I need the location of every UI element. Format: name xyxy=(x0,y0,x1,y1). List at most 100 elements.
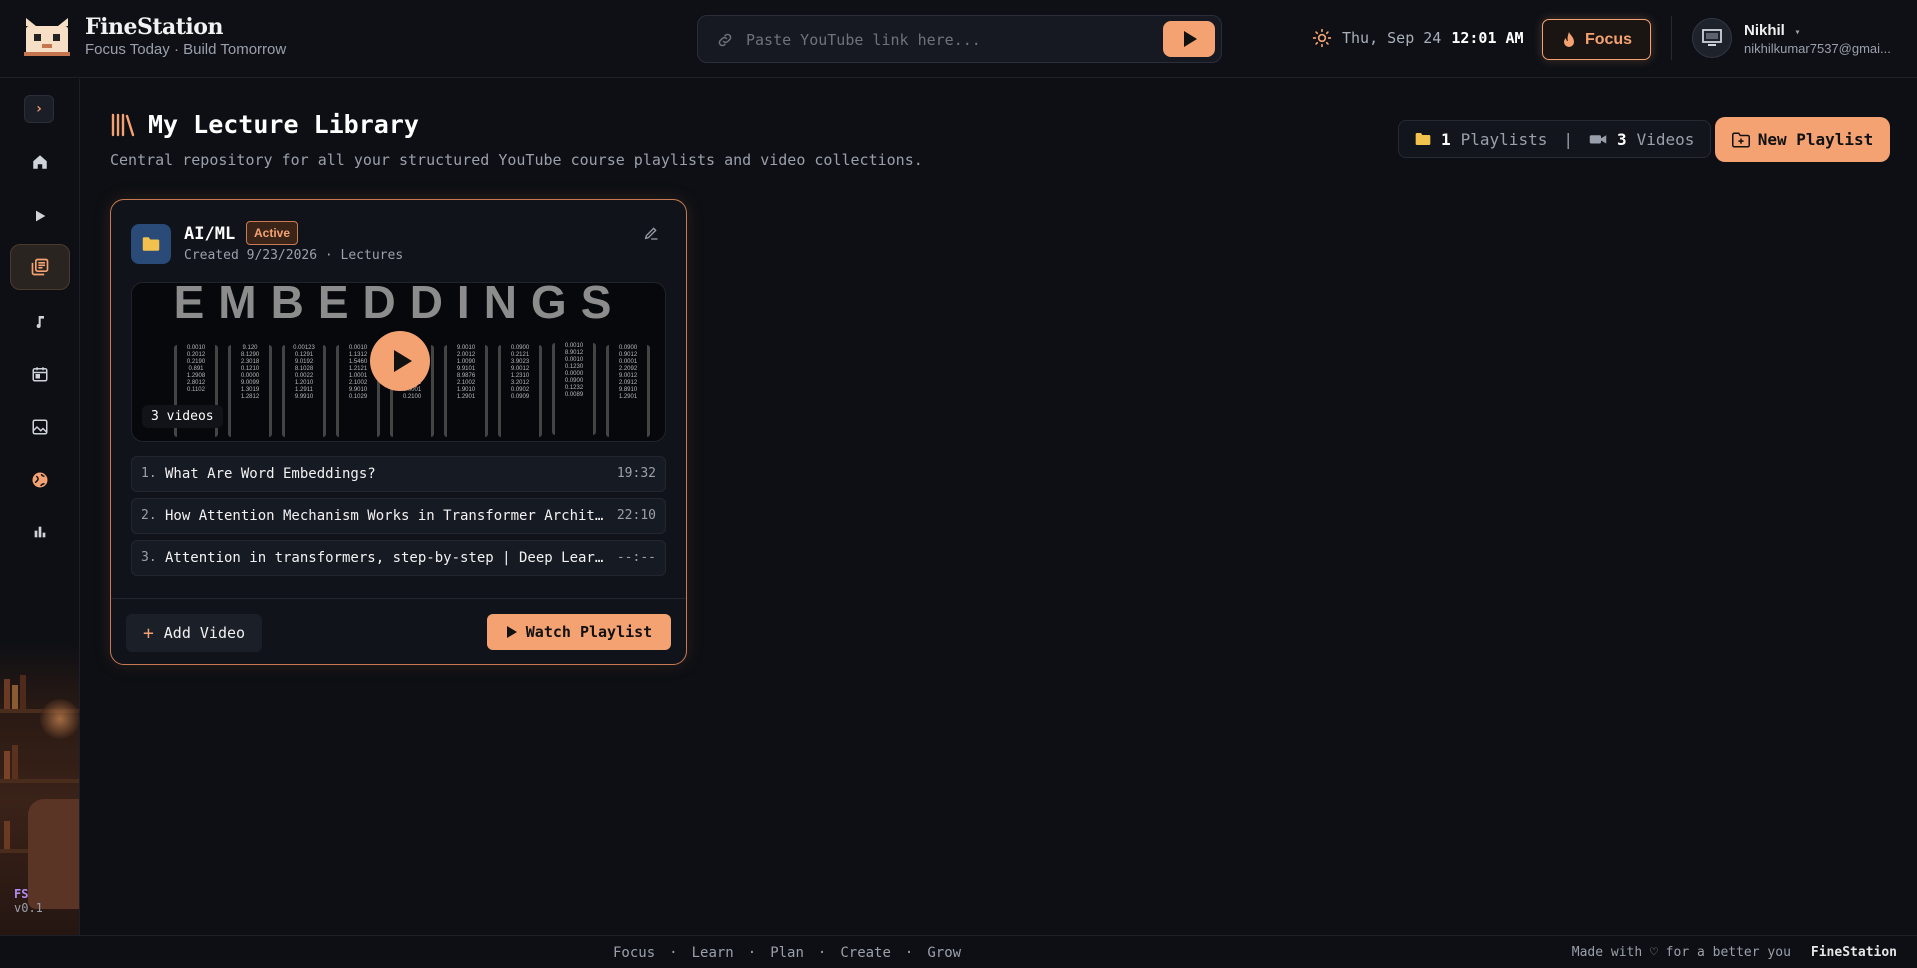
sidebar-item-player[interactable] xyxy=(10,193,70,239)
sidebar: › FS v0.1 xyxy=(0,79,80,935)
submit-link-button[interactable] xyxy=(1163,21,1215,57)
footer: Focus · Learn · Plan · Create · Grow Mad… xyxy=(0,935,1917,968)
focus-button[interactable]: Focus xyxy=(1542,19,1651,60)
play-icon xyxy=(506,626,517,638)
videos-label: Videos xyxy=(1636,129,1695,149)
globe-icon xyxy=(32,472,48,488)
calendar-icon xyxy=(32,367,48,382)
plus-icon: + xyxy=(142,622,154,644)
folder-icon xyxy=(1415,133,1431,145)
stats-separator: | xyxy=(1563,129,1573,149)
music-icon xyxy=(36,316,44,328)
footer-link-learn[interactable]: Learn xyxy=(692,945,734,961)
sidebar-item-library[interactable] xyxy=(10,244,70,290)
user-menu[interactable]: Nikhil ▾ nikhilkumar7537@gmai... xyxy=(1692,18,1891,58)
chevron-right-icon: › xyxy=(34,101,44,117)
header-divider xyxy=(1671,16,1672,60)
video-row-3[interactable]: 3. Attention in transformers, step-by-st… xyxy=(131,540,666,576)
version-label: FS v0.1 xyxy=(14,887,43,915)
page-header: My Lecture Library Central repository fo… xyxy=(110,110,923,169)
video-number: 1. xyxy=(141,466,157,481)
folder-plus-icon xyxy=(1731,132,1750,147)
new-playlist-button[interactable]: New Playlist xyxy=(1715,117,1890,162)
user-name-row: Nikhil ▾ xyxy=(1744,20,1891,39)
video-title: How Attention Mechanism Works in Transfo… xyxy=(165,508,610,524)
expand-sidebar-button[interactable]: › xyxy=(24,95,54,123)
monitor-icon xyxy=(1702,29,1722,46)
video-duration: 19:32 xyxy=(616,466,656,481)
playlist-card: AI/ML Active Created 9/23/2026 · Lecture… xyxy=(110,199,687,665)
youtube-link-search xyxy=(697,15,1222,63)
user-email: nikhilkumar7537@gmai... xyxy=(1744,41,1891,56)
datetime: Thu, Sep 24 12:01 AM xyxy=(1312,28,1524,48)
playlist-name: AI/ML xyxy=(184,224,236,244)
playlist-thumbnail[interactable]: EMBEDDINGS 0.0010 0.2012 0.2190 0.891 1.2908… xyxy=(131,282,666,442)
date-text: Thu, Sep 24 xyxy=(1342,29,1442,47)
sidebar-item-gallery[interactable] xyxy=(10,404,70,450)
sidebar-item-calendar[interactable] xyxy=(10,351,70,397)
footer-separator: · xyxy=(669,945,678,961)
play-icon xyxy=(1184,31,1197,47)
footer-link-plan[interactable]: Plan xyxy=(770,945,804,961)
playlist-meta: Created 9/23/2026 · Lectures xyxy=(184,248,404,263)
version-number: v0.1 xyxy=(14,901,43,915)
top-header: FineStation Focus Today · Build Tomorrow… xyxy=(0,0,1917,78)
playlists-count: 1 xyxy=(1441,129,1451,149)
sidebar-item-music[interactable] xyxy=(10,299,70,345)
video-row-1[interactable]: 1. What Are Word Embeddings? 19:32 xyxy=(131,456,666,492)
videos-count: 3 xyxy=(1616,129,1627,149)
books-icon xyxy=(111,113,135,136)
made-with-text: Made with ♡ for a better you xyxy=(1571,945,1791,960)
youtube-link-input[interactable] xyxy=(746,26,1146,54)
brand: FineStation Focus Today · Build Tomorrow xyxy=(85,14,286,58)
add-video-label: Add Video xyxy=(163,624,246,642)
avatar xyxy=(1692,18,1732,58)
footer-separator: · xyxy=(817,945,827,961)
user-name: Nikhil xyxy=(1744,22,1785,39)
video-count-badge: 3 videos xyxy=(142,405,223,428)
folder-icon xyxy=(142,237,160,251)
footer-link-grow[interactable]: Grow xyxy=(927,945,961,961)
playlists-label: Playlists xyxy=(1460,129,1548,149)
image-icon xyxy=(32,419,48,435)
add-video-button[interactable]: + Add Video xyxy=(126,614,262,652)
page-subtitle: Central repository for all your structur… xyxy=(110,151,923,169)
page-title: My Lecture Library xyxy=(148,110,419,139)
sidebar-item-explore[interactable] xyxy=(10,457,70,503)
video-row-2[interactable]: 2. How Attention Mechanism Works in Tran… xyxy=(131,498,666,534)
play-playlist-button[interactable] xyxy=(370,331,430,391)
link-icon xyxy=(718,33,732,47)
library-stats: 1 Playlists | 3 Videos xyxy=(1398,120,1712,158)
footer-credit: Made with ♡ for a better you FineStation xyxy=(1572,945,1897,960)
library-icon xyxy=(31,258,49,276)
footer-separator: · xyxy=(747,945,757,961)
video-camera-icon xyxy=(1589,135,1607,144)
cat-logo-icon xyxy=(24,18,70,56)
footer-link-focus[interactable]: Focus xyxy=(613,945,655,961)
brand-name: FineStation xyxy=(85,14,223,40)
new-playlist-label: New Playlist xyxy=(1757,130,1874,149)
status-badge: Active xyxy=(246,221,299,245)
video-duration: 22:10 xyxy=(616,508,656,523)
version-brand: FS xyxy=(14,887,29,901)
sidebar-item-stats[interactable] xyxy=(10,509,70,555)
focus-label: Focus xyxy=(1584,30,1633,48)
play-icon xyxy=(394,350,412,372)
footer-brand: FineStation xyxy=(1810,945,1897,960)
video-duration: --:-- xyxy=(616,550,656,565)
brand-tagline: Focus Today · Build Tomorrow xyxy=(85,41,287,58)
sun-icon[interactable] xyxy=(1312,28,1332,48)
edit-icon[interactable] xyxy=(643,225,659,241)
time-text: 12:01 AM xyxy=(1451,29,1524,47)
video-title: Attention in transformers, step-by-step … xyxy=(165,550,610,566)
watch-playlist-label: Watch Playlist xyxy=(525,623,653,641)
video-number: 3. xyxy=(141,550,157,565)
flame-icon xyxy=(1563,31,1574,47)
playlist-folder-tile xyxy=(131,224,171,264)
sidebar-item-home[interactable] xyxy=(10,139,70,185)
chevron-down-icon: ▾ xyxy=(1794,27,1801,38)
footer-link-create[interactable]: Create xyxy=(840,945,891,961)
card-divider xyxy=(111,598,686,599)
watch-playlist-button[interactable]: Watch Playlist xyxy=(487,614,671,650)
video-number: 2. xyxy=(141,508,157,523)
